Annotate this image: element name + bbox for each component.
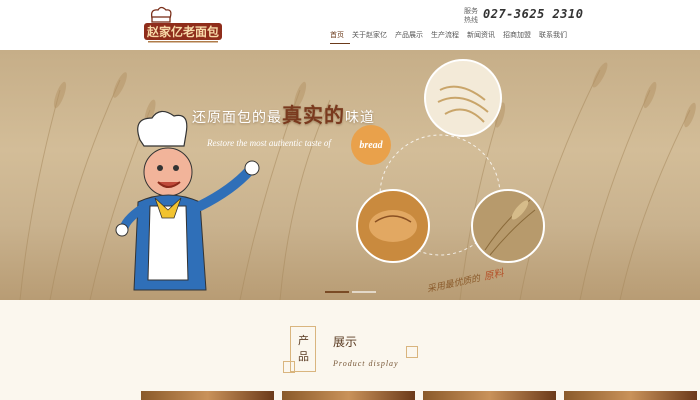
- nav-item-process[interactable]: 生产流程: [431, 30, 465, 44]
- product-thumb-2[interactable]: [282, 391, 415, 400]
- logo-text: 赵家亿老面包: [146, 24, 219, 39]
- main-nav: 首页 关于赵家亿 产品展示 生产流程 新闻资讯 招商加盟 联系我们: [330, 30, 575, 44]
- nav-item-about[interactable]: 关于赵家亿: [352, 30, 393, 44]
- bread-photo-top: [424, 59, 502, 137]
- brand-logo[interactable]: 赵家亿老面包: [142, 6, 224, 44]
- banner-subtitle: Restore the most authentic taste of: [207, 138, 331, 148]
- bread-badge: bread: [351, 125, 391, 165]
- slider-dot-2[interactable]: [352, 291, 376, 293]
- headline-pre: 还原面包的最: [192, 109, 282, 125]
- hotline-label: 服务热线: [464, 8, 478, 24]
- site-header: 赵家亿老面包 服务热线 027-3625 2310 首页 关于赵家亿 产品展示 …: [0, 0, 700, 50]
- title-deco-square-right: [406, 346, 418, 358]
- nav-item-contact[interactable]: 联系我们: [539, 30, 573, 44]
- section-title: 展示: [333, 335, 358, 349]
- title-deco-square-left: [283, 361, 295, 373]
- section-title-char-2: 品: [298, 351, 309, 363]
- product-thumb-3[interactable]: [423, 391, 556, 400]
- product-thumb-4[interactable]: [564, 391, 697, 400]
- nav-item-products[interactable]: 产品展示: [395, 30, 429, 44]
- logo-graphic: 赵家亿老面包: [144, 6, 222, 43]
- hotline-number: 027-3625 2310: [483, 7, 584, 21]
- product-thumbnails: [141, 391, 697, 400]
- banner-headline: 还原面包的最真实的味道: [192, 99, 375, 128]
- slider-dot-1[interactable]: [325, 291, 349, 293]
- section-title-char-1: 产: [298, 335, 309, 347]
- nav-item-franchise[interactable]: 招商加盟: [503, 30, 537, 44]
- hero-banner: 还原面包的最真实的味道 Restore the most authentic t…: [0, 50, 700, 300]
- wheat-field-image: [19, 59, 696, 300]
- nav-item-news[interactable]: 新闻资讯: [467, 30, 501, 44]
- wheat-photo-right: [471, 189, 545, 263]
- bread-photo-bottom: [356, 189, 430, 263]
- product-thumb-1[interactable]: [141, 391, 274, 400]
- headline-post: 味道: [345, 109, 375, 125]
- headline-emphasis: 真实的: [282, 105, 345, 127]
- nav-item-home[interactable]: 首页: [330, 30, 350, 44]
- section-subtitle: Product display: [333, 359, 399, 368]
